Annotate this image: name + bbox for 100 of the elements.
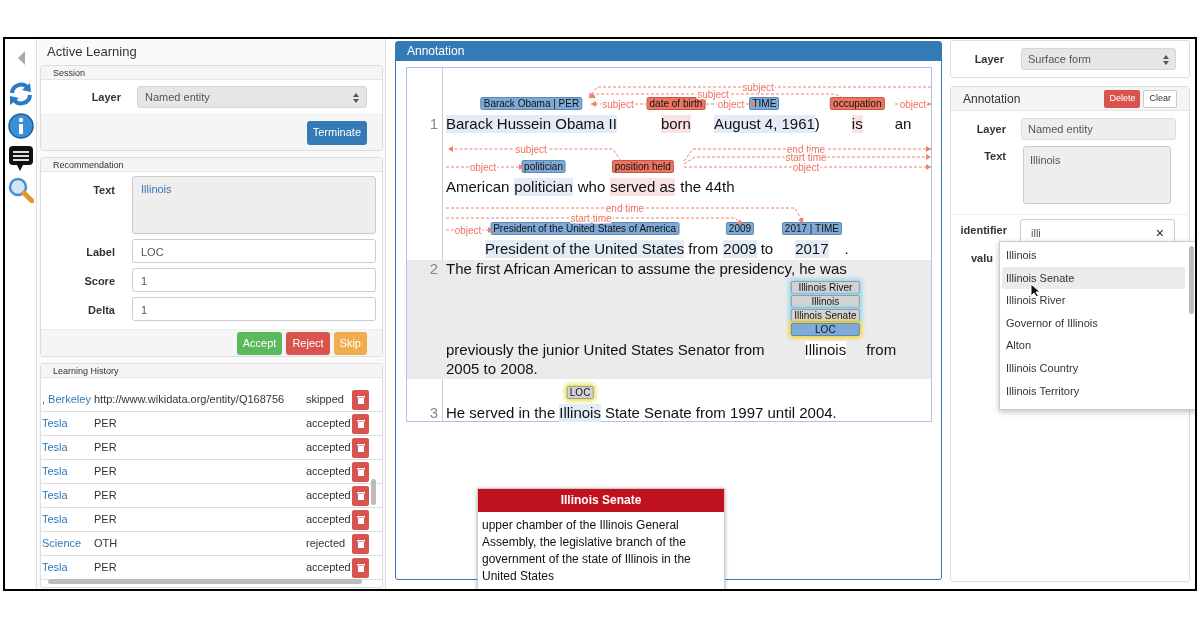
annotation-label[interactable]: 2017 | TIME [781, 222, 842, 235]
trash-icon [356, 467, 365, 476]
dropdown-item[interactable]: Illinois [1002, 244, 1185, 267]
annotation-label[interactable]: LOC [791, 323, 860, 336]
token[interactable]: The first African American to assume the presidency, he was [446, 260, 847, 278]
table-cell-text: skipped [306, 392, 345, 408]
entity-link[interactable]: Tesla [42, 463, 94, 480]
text-area: Illinois [1023, 146, 1171, 204]
delete-button[interactable] [352, 413, 369, 434]
trash-icon [356, 539, 365, 548]
info-icon[interactable] [7, 113, 34, 139]
token[interactable]: to [760, 240, 774, 258]
dropdown-item[interactable]: Illinois Country [1002, 356, 1185, 380]
token[interactable]: 2009 [723, 240, 757, 258]
sync-icon[interactable] [7, 81, 34, 107]
field-label: Layer [973, 51, 1004, 67]
section-heading: Learning History [41, 364, 382, 378]
delete-button[interactable] [352, 461, 369, 482]
dropdown-item[interactable]: Illinois Territory [1002, 379, 1185, 403]
token[interactable]: previously the junior United States Senator from [446, 341, 765, 359]
input-field[interactable]: LOC [132, 239, 376, 263]
input-field[interactable]: 1 [132, 268, 376, 292]
token[interactable]: . [844, 240, 849, 258]
annotation-label[interactable]: President of the United States of America [490, 222, 680, 235]
action-button[interactable]: Delete [1104, 89, 1141, 108]
scrollbar-thumb[interactable] [1189, 246, 1194, 314]
trash-icon [356, 395, 365, 404]
dropdown-item[interactable]: Illinois River [1002, 289, 1185, 312]
token[interactable]: served as [610, 178, 676, 196]
sort-icon [353, 91, 359, 103]
token[interactable]: State Senate from 1997 until 2004. [604, 404, 837, 422]
table-cell-text: accepted [306, 512, 352, 528]
selected-sentence[interactable]: 2 The first African American to assume the presidency, he was previously the junior United States Senator from Illinois River Illinois Illinois Senate LOC Illinois from 2005 to 2008. [407, 260, 931, 379]
token[interactable]: politician [514, 178, 573, 196]
table-cell-text: accepted [306, 464, 352, 480]
entity-link[interactable]: , Berkeley [42, 391, 94, 408]
annotation-label[interactable]: Illinois River [791, 281, 860, 294]
entity-link[interactable]: Tesla [42, 511, 94, 528]
action-button[interactable]: Reject [286, 331, 330, 355]
token[interactable]: American [446, 178, 510, 196]
entity-link[interactable]: Tesla [42, 487, 94, 504]
table-cell-text: http://www.wikidata.org/entity/Q168756 [94, 392, 286, 408]
token[interactable]: 2017 [795, 240, 829, 258]
line-number: 3 [429, 404, 438, 422]
panel-title: Annotation [963, 90, 1022, 108]
annotation-label[interactable]: position held [611, 160, 674, 173]
annotation-label[interactable]: Illinois Senate [791, 309, 860, 322]
table-cell-text: accepted [306, 416, 352, 432]
entity-link[interactable]: Tesla [42, 559, 94, 576]
scrollbar-thumb[interactable] [371, 479, 376, 505]
annotation-label[interactable]: politician [521, 160, 566, 173]
dropdown-item[interactable]: Governor of Illinois [1002, 311, 1185, 335]
trash-icon [356, 491, 365, 500]
token[interactable]: an [894, 115, 912, 133]
delete-button[interactable] [352, 533, 369, 554]
entity-link[interactable]: Science [42, 535, 94, 552]
annotation-label[interactable]: Illinois [791, 295, 860, 308]
delete-button[interactable] [352, 389, 369, 410]
input-field[interactable]: 1 [132, 297, 376, 321]
token[interactable]: from [688, 240, 719, 258]
search-icon[interactable] [7, 177, 34, 203]
annotation-label[interactable]: LOC [566, 386, 594, 399]
annotation-label[interactable]: occupation [830, 97, 885, 110]
token[interactable]: Illinois [804, 341, 847, 359]
token[interactable]: is [851, 115, 863, 133]
token[interactable]: ) [814, 115, 820, 133]
annotation-label[interactable]: Barack Obama | PER [480, 97, 583, 110]
scrollbar-thumb[interactable] [48, 579, 362, 584]
delete-button[interactable] [352, 557, 369, 578]
text-area[interactable]: Illinois [132, 176, 376, 234]
token[interactable]: born [660, 115, 691, 133]
token[interactable]: He served in the [446, 404, 556, 422]
token[interactable]: 2005 to 2008. [446, 360, 538, 378]
sort-icon [1163, 53, 1169, 65]
delete-button[interactable] [352, 509, 369, 530]
delete-button[interactable] [352, 437, 369, 458]
token[interactable]: President of the United States [485, 240, 685, 258]
token[interactable]: who [577, 178, 606, 196]
dropdown-item[interactable]: Illinois Senate [1002, 266, 1185, 290]
token[interactable]: Barack Hussein Obama II [446, 115, 617, 133]
entity-link[interactable]: Tesla [42, 439, 94, 456]
terminate-button[interactable]: Terminate [306, 120, 367, 145]
table-cell-text: accepted [306, 488, 352, 504]
token[interactable]: August 4, 1961 [713, 115, 815, 133]
trash-icon [356, 515, 365, 524]
annotation-label[interactable]: 2009 [725, 222, 755, 235]
clear-button[interactable]: × [1155, 222, 1164, 244]
layer-select[interactable]: Surface form [1021, 48, 1176, 70]
action-button[interactable]: Clear [1143, 89, 1177, 108]
delete-button[interactable] [352, 485, 369, 506]
annotation-label[interactable]: TIME [749, 97, 780, 110]
entity-link[interactable]: Tesla [42, 415, 94, 432]
layer-select[interactable]: Named entity [137, 86, 367, 108]
dropdown-item[interactable]: Alton [1002, 334, 1185, 357]
token[interactable]: from [866, 341, 897, 359]
field-label: Score [83, 274, 115, 289]
token[interactable]: Illinois [559, 404, 601, 422]
comment-icon[interactable] [7, 145, 34, 171]
field-label: Layer [90, 89, 121, 105]
token[interactable]: the 44th [680, 178, 735, 196]
